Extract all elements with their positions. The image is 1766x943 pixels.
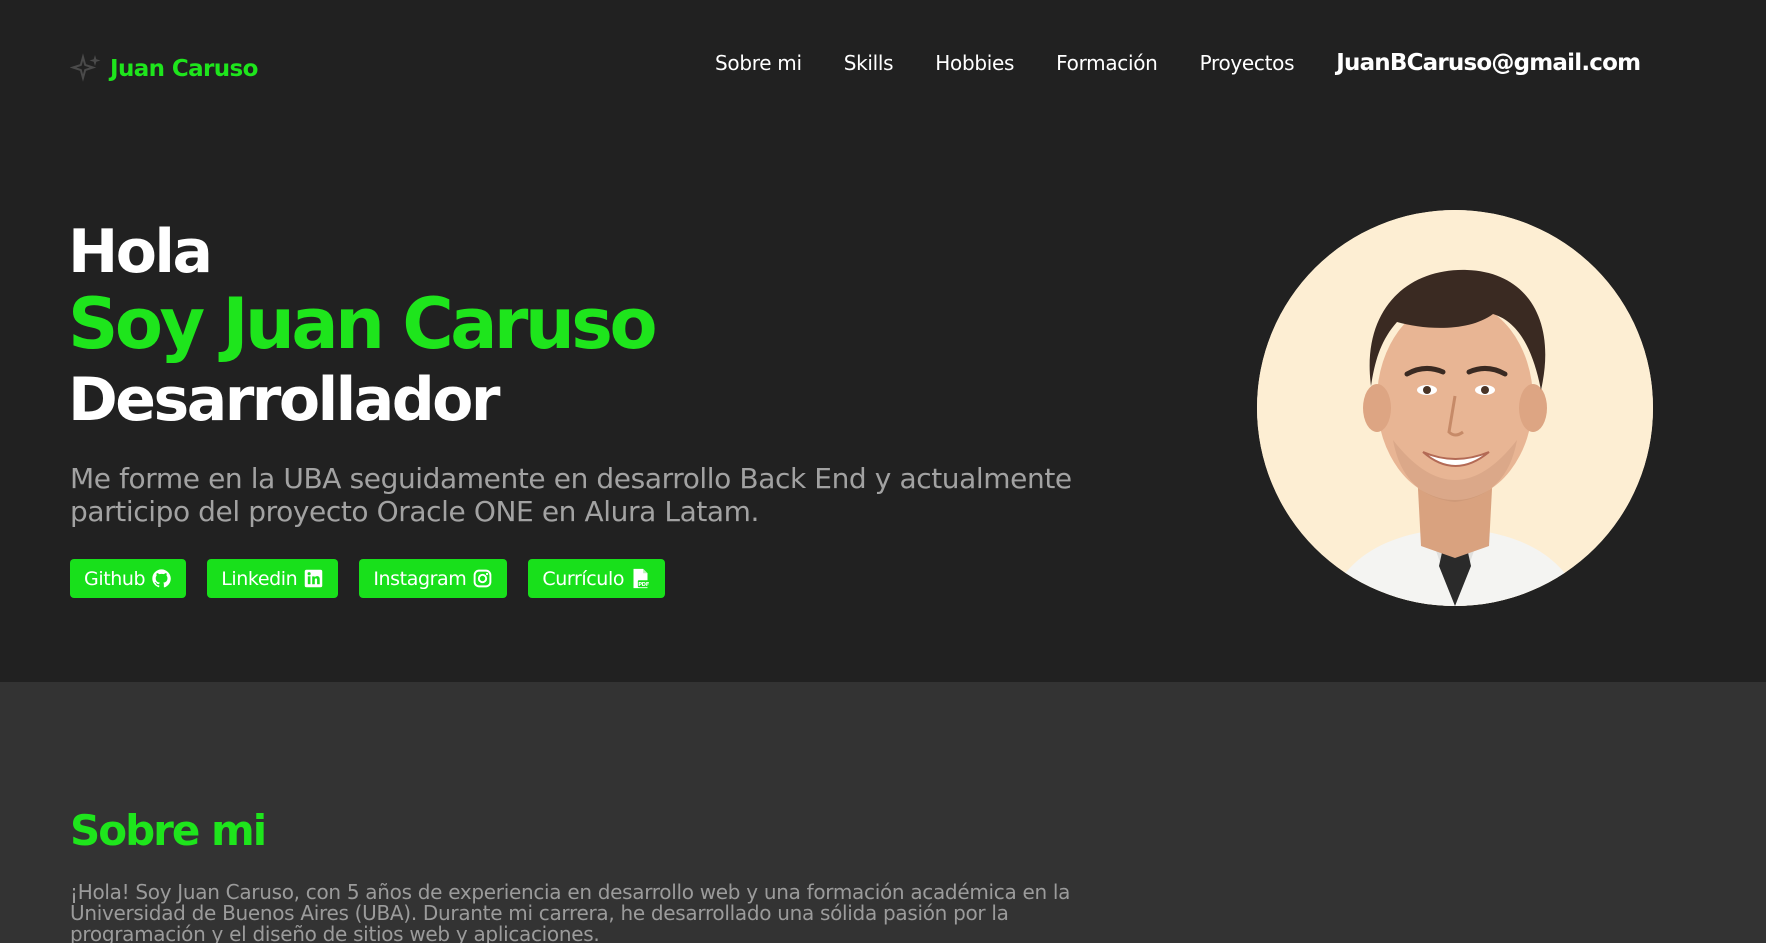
brand-logo[interactable]: Juan Caruso (70, 52, 258, 86)
brand-name: Juan Caruso (110, 56, 258, 82)
about-title: Sobre mi (70, 806, 267, 855)
main-nav: Sobre mi Skills Hobbies Formación Proyec… (715, 50, 1641, 76)
curriculum-button-label: Currículo (542, 567, 625, 590)
nav-link-hobbies[interactable]: Hobbies (935, 51, 1014, 75)
github-button[interactable]: Github (70, 559, 187, 598)
about-section: Sobre mi ¡Hola! Soy Juan Caruso, con 5 a… (0, 682, 1766, 943)
about-text: ¡Hola! Soy Juan Caruso, con 5 años de ex… (70, 880, 1071, 943)
nav-link-sobre-mi[interactable]: Sobre mi (715, 51, 802, 75)
nav-link-proyectos[interactable]: Proyectos (1200, 51, 1295, 75)
nav-link-formacion[interactable]: Formación (1056, 51, 1158, 75)
hero-description: Me forme en la UBA seguidamente en desar… (70, 462, 1072, 528)
github-button-label: Github (84, 567, 146, 590)
email-link[interactable]: JuanBCaruso@gmail.com (1336, 50, 1641, 76)
sparkles-icon (70, 53, 101, 82)
github-icon (152, 569, 171, 588)
svg-text:PDF: PDF (638, 582, 650, 588)
hero-greeting: Hola (68, 217, 213, 287)
linkedin-button-label: Linkedin (221, 567, 298, 590)
hero-name: Soy Juan Caruso (68, 283, 658, 365)
instagram-button[interactable]: Instagram (359, 559, 508, 598)
instagram-icon (474, 569, 492, 588)
linkedin-button[interactable]: Linkedin (207, 559, 339, 598)
linkedin-icon (305, 569, 323, 588)
hero-role: Desarrollador (68, 365, 500, 435)
instagram-button-label: Instagram (373, 567, 467, 590)
profile-photo-illustration (1257, 210, 1653, 606)
nav-link-skills[interactable]: Skills (844, 51, 894, 75)
pdf-file-icon: PDF (633, 568, 650, 589)
social-buttons: Github Linkedin Instagram Currículo PDF (70, 559, 666, 598)
site-header: Juan Caruso Sobre mi Skills Hobbies Form… (0, 0, 1766, 135)
profile-photo (1257, 210, 1653, 606)
curriculum-button[interactable]: Currículo PDF (528, 559, 666, 598)
